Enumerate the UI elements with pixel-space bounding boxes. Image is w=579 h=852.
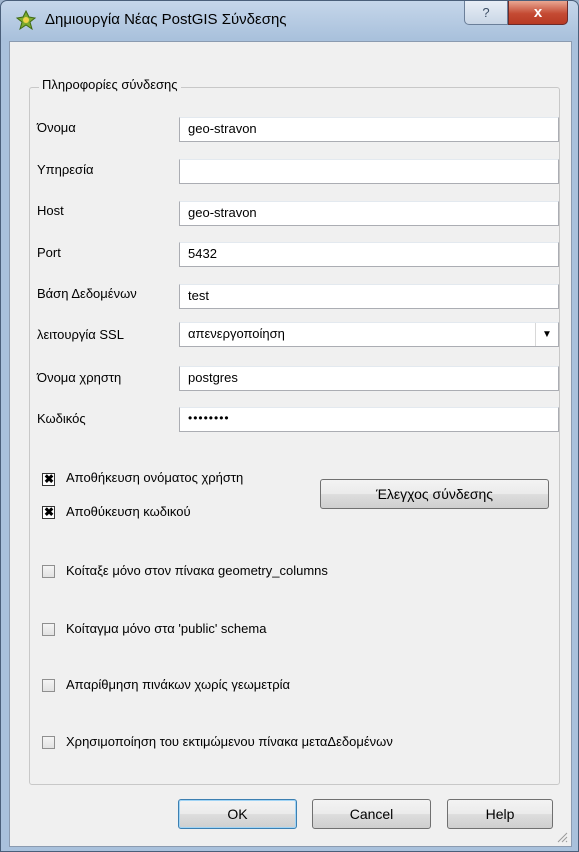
list-no-geometry-label[interactable]: Απαρίθμηση πινάκων χωρίς γεωμετρία bbox=[66, 677, 290, 692]
port-input[interactable]: 5432 bbox=[179, 242, 559, 267]
database-label: Βάση Δεδομένων bbox=[37, 286, 137, 301]
password-input[interactable]: •••••••• bbox=[179, 407, 559, 432]
ssl-mode-value: απενεργοποίηση bbox=[188, 326, 285, 341]
resize-grip-icon[interactable] bbox=[556, 831, 568, 843]
port-label: Port bbox=[37, 245, 61, 260]
public-schema-only-checkbox[interactable] bbox=[42, 623, 55, 636]
estimated-metadata-label[interactable]: Χρησιμοποίηση του εκτιμώμενου πίνακα μετ… bbox=[66, 734, 393, 749]
qgis-icon bbox=[15, 9, 37, 31]
dialog-window: Δημιουργία Νέας PostGIS Σύνδεσης ? x Πλη… bbox=[0, 0, 579, 852]
checkmark-icon: ✖ bbox=[43, 505, 55, 519]
username-label: Όνομα χρηστη bbox=[37, 370, 122, 385]
help-title-button[interactable]: ? bbox=[464, 1, 508, 25]
host-label: Host bbox=[37, 203, 64, 218]
ssl-mode-label: λειτουργία SSL bbox=[37, 327, 124, 342]
ok-button[interactable]: OK bbox=[178, 799, 297, 829]
username-input[interactable]: postgres bbox=[179, 366, 559, 391]
service-label: Υπηρεσία bbox=[37, 162, 94, 177]
database-input[interactable]: test bbox=[179, 284, 559, 309]
window-title: Δημιουργία Νέας PostGIS Σύνδεσης bbox=[45, 11, 287, 28]
save-username-label[interactable]: Αποθήκευση ονόματος χρήστη bbox=[66, 470, 243, 485]
name-input[interactable]: geo-stravon bbox=[179, 117, 559, 142]
public-schema-only-label[interactable]: Κοίταγμα μόνο στα 'public' schema bbox=[66, 621, 266, 636]
test-connection-button[interactable]: Έλεγχος σύνδεσης bbox=[320, 479, 549, 509]
groupbox-title: Πληροφορίες σύνδεσης bbox=[39, 77, 181, 92]
dropdown-arrow-icon[interactable]: ▼ bbox=[535, 323, 558, 346]
title-bar[interactable]: Δημιουργία Νέας PostGIS Σύνδεσης ? x bbox=[1, 1, 578, 41]
geometry-columns-only-checkbox[interactable] bbox=[42, 565, 55, 578]
name-label: Όνομα bbox=[37, 120, 76, 135]
checkmark-icon: ✖ bbox=[43, 472, 55, 486]
list-no-geometry-checkbox[interactable] bbox=[42, 679, 55, 692]
save-username-checkbox[interactable]: ✖ bbox=[42, 472, 55, 486]
host-input[interactable]: geo-stravon bbox=[179, 201, 559, 226]
ssl-mode-select[interactable]: απενεργοποίηση ▼ bbox=[179, 322, 559, 347]
save-password-checkbox[interactable]: ✖ bbox=[42, 505, 55, 519]
help-button[interactable]: Help bbox=[447, 799, 553, 829]
password-label: Κωδικός bbox=[37, 411, 86, 426]
geometry-columns-only-label[interactable]: Κοίταξε μόνο στον πίνακα geometry_column… bbox=[66, 563, 328, 578]
close-button[interactable]: x bbox=[508, 1, 568, 25]
service-input[interactable] bbox=[179, 159, 559, 184]
save-password-label[interactable]: Αποθύκευση κωδικού bbox=[66, 504, 191, 519]
estimated-metadata-checkbox[interactable] bbox=[42, 736, 55, 749]
cancel-button[interactable]: Cancel bbox=[312, 799, 431, 829]
